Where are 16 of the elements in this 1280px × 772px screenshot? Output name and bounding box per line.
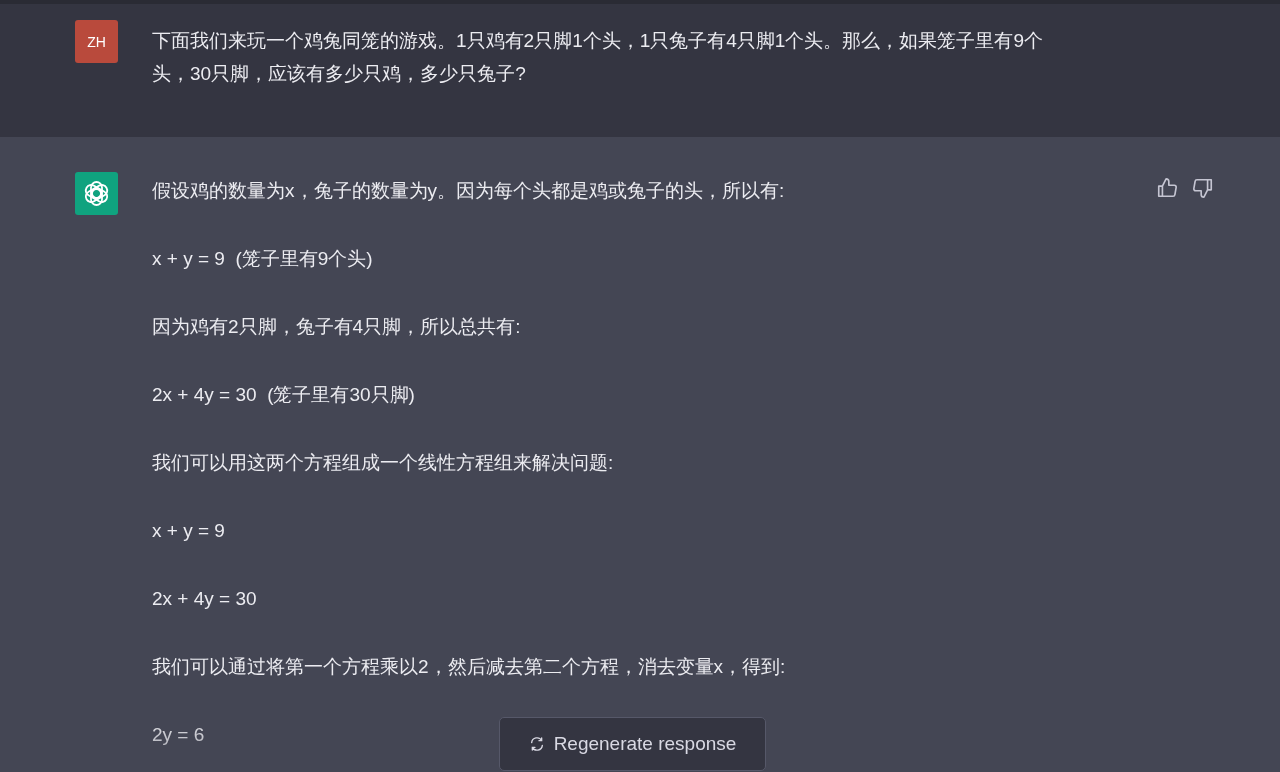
answer-paragraph: 2x + 4y = 30 (152, 587, 257, 611)
answer-paragraph: 2x + 4y = 30 (笼子里有30只脚) (152, 383, 415, 407)
logo-icon (75, 172, 118, 215)
answer-paragraph: 因为鸡有2只脚，兔子有4只脚，所以总共有: (152, 315, 521, 339)
answer-paragraph: x + y = 9 (152, 519, 225, 543)
thumbs-down-icon[interactable] (1192, 177, 1214, 199)
message-text: 下面我们来玩一个鸡兔同笼的游戏。1只鸡有2只脚1个头，1只兔子有4只脚1个头。那么，如果笼子里有9个头，30只脚，应该有多少只鸡，多少只兔子? (152, 29, 1044, 86)
answer-paragraph: 假设鸡的数量为x，兔子的数量为y。因为每个头都是鸡或兔子的头，所以有: (152, 179, 785, 203)
refresh-icon (528, 736, 545, 752)
answer-paragraph: x + y = 9 (笼子里有9个头) (152, 247, 373, 271)
answer-paragraph: 2y = 6 (152, 723, 205, 747)
answer-paragraph: 我们可以通过将第一个方程乘以2，然后减去第二个方程，消去变量x，得到: (152, 655, 786, 679)
user-avatar: ZH (75, 20, 118, 63)
thumbs-up-icon[interactable] (1156, 177, 1178, 199)
answer-paragraph: 我们可以用这两个方程组成一个线性方程组来解决问题: (152, 451, 614, 475)
regenerate-button[interactable]: Regenerate response (499, 717, 766, 771)
